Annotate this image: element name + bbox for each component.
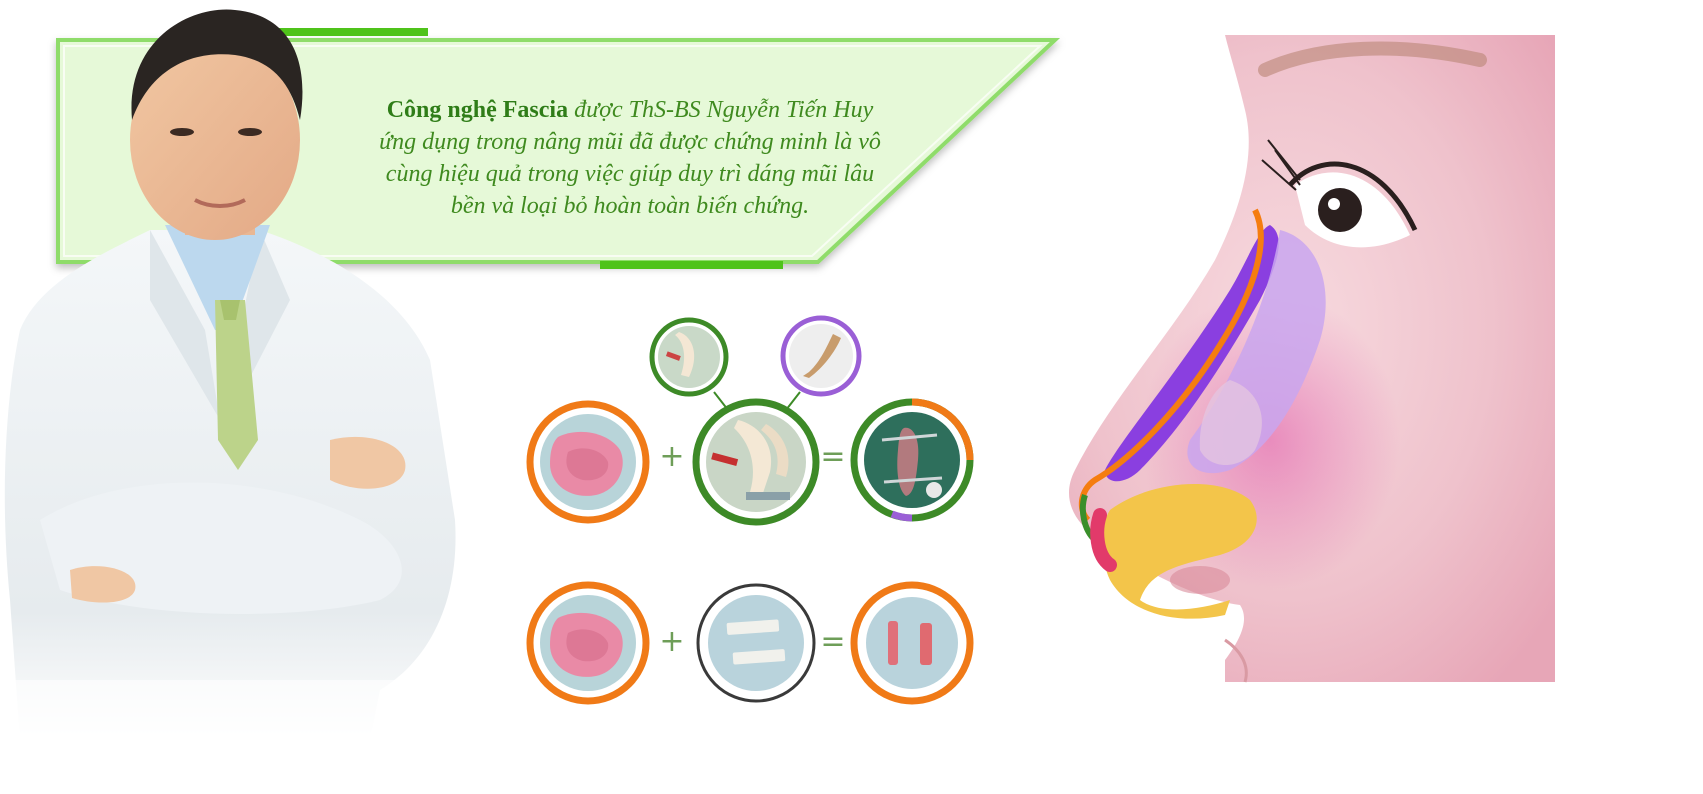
equals-operator-row2: = [820,624,846,659]
small-circle-graft [649,317,729,397]
quote-line-3: cùng hiệu quả trong việc giúp duy trì dá… [385,161,875,187]
quote-line-1-rest: được ThS-BS Nguyễn Tiến Huy [568,97,874,123]
plus-operator-row2: + [659,624,685,659]
circle-strips [696,583,816,703]
small-circle-implant [780,315,862,397]
procedure-diagram [526,315,974,705]
quote-line-1: Công nghệ Fascia được ThS-BS Nguyễn Tiến… [330,94,930,126]
page: Công nghệ Fascia được ThS-BS Nguyễn Tiến… [0,0,1703,794]
quote-line-4: bền và loại bỏ hoàn toàn biến chứng. [450,193,810,219]
circle-fascia-1 [526,400,650,524]
equals-operator-row1: = [820,439,846,474]
circle-result-1 [850,398,974,522]
plus-operator-row1: + [659,439,685,474]
nose-profile-icon [1068,35,1555,683]
quote-text: Công nghệ Fascia được ThS-BS Nguyễn Tiến… [330,94,930,222]
circle-fascia-wrap [692,398,820,526]
quote-highlight: Công nghệ Fascia [386,97,569,123]
quote-line-2: ứng dụng trong nâng mũi đã được chứng mi… [379,129,881,155]
circle-result-2 [850,581,974,705]
circle-fascia-2 [526,581,650,705]
